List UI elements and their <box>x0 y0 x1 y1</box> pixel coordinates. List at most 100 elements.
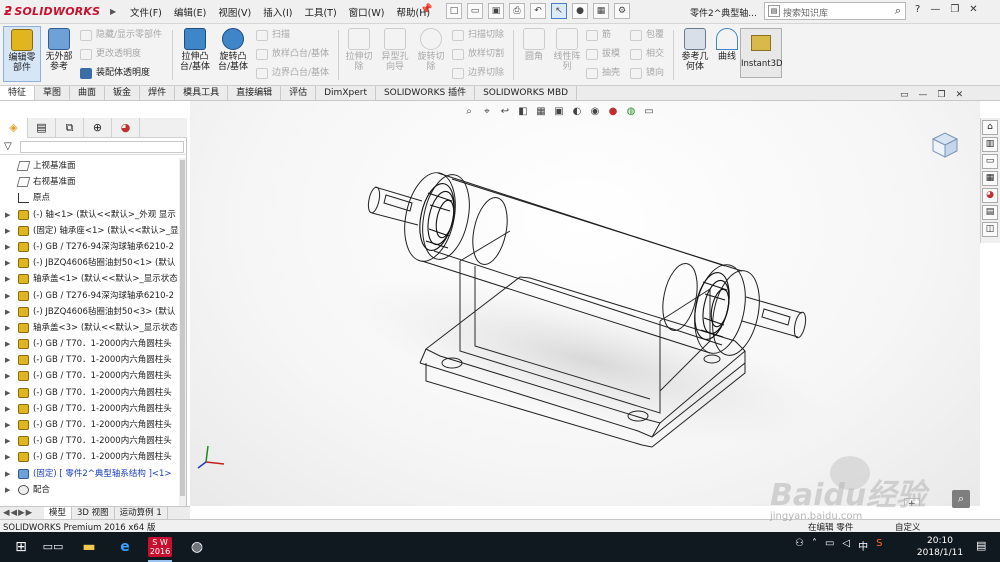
hole-wizard-button[interactable]: 异型孔 向导 <box>376 26 414 82</box>
solidworks-logo[interactable]: ƻ SOLIDWORKS <box>4 4 100 18</box>
expand-arrow-icon[interactable]: ▶ <box>5 239 10 255</box>
expand-arrow-icon[interactable]: ▶ <box>5 433 10 449</box>
extrude-cut-button[interactable]: 拉伸切 除 <box>340 26 378 82</box>
feature-tree-item[interactable]: ▶ (固定) [ 零件2^典型轴系结构 ]<1> <box>0 466 178 482</box>
save-icon[interactable]: ▣ <box>488 3 504 19</box>
menu-item[interactable]: 工具(T) <box>304 5 336 19</box>
design-library-icon[interactable]: ▥ <box>982 137 998 152</box>
options-gear-icon[interactable]: ⚙ <box>614 3 630 19</box>
loft-boss-button[interactable]: 放样凸台/基体 <box>256 46 329 63</box>
solidworks-taskbar-icon[interactable]: S W 2016 <box>148 537 172 557</box>
internet-explorer-icon[interactable]: e <box>114 537 136 557</box>
document-restore-icon[interactable]: ❐ <box>938 90 946 100</box>
minimize-window-icon[interactable]: — <box>930 4 940 15</box>
command-tab[interactable]: SOLIDWORKS 插件 <box>376 86 476 100</box>
close-window-icon[interactable]: ✕ <box>969 4 977 15</box>
feature-tree-scrollbar[interactable] <box>179 158 186 518</box>
command-tab[interactable]: 钣金 <box>105 86 141 100</box>
expand-arrow-icon[interactable]: ▶ <box>5 466 10 482</box>
feature-tree-item[interactable]: ▶ (-) GB / T70．1-2000内六角圆柱头 <box>0 385 178 401</box>
windows-start-icon[interactable]: ⊞ <box>10 537 32 557</box>
feature-manager-tree-icon[interactable]: ◈ <box>0 118 28 138</box>
sogou-input-icon[interactable]: S <box>876 538 882 553</box>
expand-arrow-icon[interactable]: ▶ <box>5 304 10 320</box>
command-tab[interactable]: 草图 <box>35 86 71 100</box>
expand-arrow-icon[interactable]: ▶ <box>5 223 10 239</box>
feature-tree-item[interactable]: ▶ (固定) 轴承座<1> (默认<<默认>_显 <box>0 223 178 239</box>
expand-arrow-icon[interactable]: ▶ <box>5 368 10 384</box>
app-taskbar-icon[interactable]: ◍ <box>186 537 208 557</box>
boundary-boss-button[interactable]: 边界凸台/基体 <box>256 65 329 82</box>
document-minimize-icon[interactable]: — <box>919 90 928 100</box>
display-manager-icon[interactable]: ◕ <box>112 118 140 138</box>
file-explorer-taskbar-icon[interactable]: ▬ <box>78 537 100 557</box>
forum-icon[interactable]: ◫ <box>982 222 998 237</box>
rebuild-icon[interactable]: ● <box>572 3 588 19</box>
select-pointer-icon[interactable]: ↖ <box>551 3 567 19</box>
feature-tree-item[interactable]: ▶ (-) GB / T70．1-2000内六角圆柱头 <box>0 417 178 433</box>
ime-indicator[interactable]: 中 <box>858 538 868 553</box>
boundary-cut-button[interactable]: 边界切除 <box>452 65 504 82</box>
new-document-icon[interactable]: □ <box>446 3 462 19</box>
assembly-model-wireframe[interactable] <box>190 101 980 506</box>
expand-arrow-icon[interactable]: ▶ <box>5 336 10 352</box>
command-tab[interactable]: DimXpert <box>316 86 376 100</box>
change-transparency-button[interactable]: 更改透明度 <box>80 46 141 63</box>
view-palette-icon[interactable]: ▦ <box>982 171 998 186</box>
document-close-icon[interactable]: ✕ <box>956 90 964 100</box>
volume-icon[interactable]: ◁ <box>842 538 850 553</box>
instant3d-button[interactable]: Instant3D <box>740 28 783 78</box>
view-orientation-cube-icon[interactable] <box>927 129 961 163</box>
hide-show-components-button[interactable]: 隐藏/显示零部件 <box>80 27 162 44</box>
solidworks-resources-icon[interactable]: ⌂ <box>982 120 998 135</box>
help-button[interactable]: ? <box>915 4 920 15</box>
feature-tree-item[interactable]: ▶ (-) GB / T276-94深沟球轴承6210-2 <box>0 239 178 255</box>
show-hidden-icons-chevron-icon[interactable]: ˄ <box>812 538 817 553</box>
feature-tree-item[interactable]: ▶ (-) GB / T70．1-2000内六角圆柱头 <box>0 449 178 465</box>
intersect-button[interactable]: 相交 <box>630 46 664 63</box>
scrollbar-thumb[interactable] <box>180 160 185 496</box>
menu-item[interactable]: 文件(F) <box>130 5 162 19</box>
expand-arrow-icon[interactable]: ▶ <box>5 320 10 336</box>
help-search-box[interactable]: ▤ 搜索知识库 ⌕ <box>764 2 906 20</box>
feature-tree-item[interactable]: ▶ (-) JBZQ4606毡圈油封50<3> (默认 <box>0 304 178 320</box>
action-center-icon[interactable]: ▤ <box>976 539 986 552</box>
tree-filter-input[interactable] <box>20 141 184 153</box>
command-tab[interactable]: 模具工具 <box>175 86 229 100</box>
expand-arrow-icon[interactable]: ▶ <box>5 449 10 465</box>
feature-tree-item[interactable]: ▶ 轴承盖<1> (默认<<默认>_显示状态 <box>0 271 178 287</box>
file-explorer-icon[interactable]: ▭ <box>982 154 998 169</box>
feature-tree-item[interactable]: ▶ 轴承盖<3> (默认<<默认>_显示状态 <box>0 320 178 336</box>
command-tab[interactable]: SOLIDWORKS MBD <box>475 86 578 100</box>
undo-icon[interactable]: ↶ <box>530 3 546 19</box>
mirror-button[interactable]: 镜向 <box>630 65 664 82</box>
logo-menu-arrow-icon[interactable]: ▶ <box>110 7 116 16</box>
command-tab[interactable]: 直接编辑 <box>228 86 282 100</box>
search-scope-icon[interactable]: ▤ <box>768 5 780 17</box>
expand-arrow-icon[interactable]: ▶ <box>5 417 10 433</box>
dimxpert-manager-icon[interactable]: ⊕ <box>84 118 112 138</box>
no-external-references-button[interactable]: 无外部 参考 <box>40 26 78 82</box>
model-view-tab[interactable]: 3D 视图 <box>72 507 115 519</box>
file-properties-icon[interactable]: ▦ <box>593 3 609 19</box>
expand-arrow-icon[interactable]: ▶ <box>5 385 10 401</box>
command-tab[interactable]: 曲面 <box>70 86 106 100</box>
pin-menu-icon[interactable]: 📌 <box>420 4 432 15</box>
menu-item[interactable]: 窗口(W) <box>349 5 385 19</box>
menu-item[interactable]: 编辑(E) <box>174 5 206 19</box>
feature-tree-item[interactable]: ▶ (-) GB / T70．1-2000内六角圆柱头 <box>0 433 178 449</box>
property-manager-icon[interactable]: ▤ <box>28 118 56 138</box>
model-view-tab[interactable]: 运动算例 1 <box>115 507 168 519</box>
assembly-transparency-button[interactable]: 装配体透明度 <box>80 65 150 82</box>
command-tab[interactable]: 焊件 <box>140 86 176 100</box>
filter-icon[interactable]: ▽ <box>4 141 12 152</box>
command-tab[interactable]: 特征 <box>0 86 36 100</box>
rib-button[interactable]: 筋 <box>586 27 611 44</box>
feature-tree-item[interactable]: 右视基准面 <box>0 174 178 190</box>
configuration-manager-icon[interactable]: ⧉ <box>56 118 84 138</box>
feature-tree-item[interactable]: 上视基准面 <box>0 158 178 174</box>
restore-window-icon[interactable]: ❐ <box>950 4 959 15</box>
menu-item[interactable]: 插入(I) <box>263 5 292 19</box>
feature-tree-item[interactable]: ▶ (-) 轴<1> (默认<<默认>_外观 显示 <box>0 207 178 223</box>
graphics-area[interactable]: ⌕ ⌖ ↩ ◧ ▦ ▣ ◐ ◉ ● ◍ ▭ + <box>190 101 980 506</box>
